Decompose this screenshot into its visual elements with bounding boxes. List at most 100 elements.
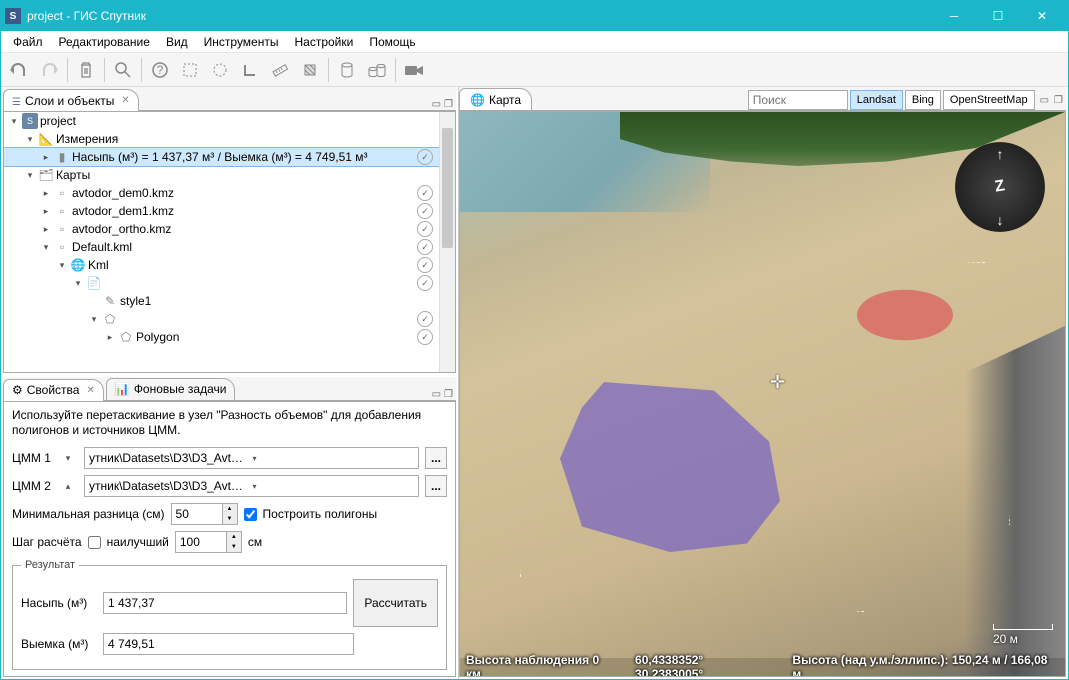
- calculate-button[interactable]: Рассчитать: [353, 579, 438, 627]
- panel-minimize-icon[interactable]: ▭: [432, 99, 441, 110]
- file-icon: ▫: [54, 203, 70, 219]
- tree-node-file[interactable]: ▸▫avtodor_dem1.kmz: [4, 202, 439, 220]
- tree-node-kml[interactable]: ▾Kml: [4, 256, 439, 274]
- visibility-toggle[interactable]: [417, 239, 433, 255]
- search-button[interactable]: [109, 56, 137, 84]
- swap-up-icon[interactable]: ▴: [66, 481, 71, 492]
- visibility-toggle[interactable]: [417, 275, 433, 291]
- status-altitude: Высота наблюдения 0 км: [466, 653, 617, 677]
- panel-restore-icon[interactable]: ❐: [444, 99, 453, 110]
- menu-settings[interactable]: Настройки: [286, 33, 361, 51]
- min-diff-input[interactable]: [172, 507, 222, 521]
- select-rect-button[interactable]: [176, 56, 204, 84]
- tree-label: Kml: [88, 258, 109, 272]
- visibility-toggle[interactable]: [417, 329, 433, 345]
- tree-node-polygon[interactable]: ▸⬠Polygon: [4, 328, 439, 346]
- layer-landsat-button[interactable]: Landsat: [850, 90, 903, 110]
- tab-properties[interactable]: ⚙ Свойства ✕: [3, 379, 104, 401]
- map-viewport[interactable]: ✛ Z 20 м Высота наблюдения 0 км 60,43383…: [459, 111, 1066, 677]
- visibility-toggle[interactable]: [417, 203, 433, 219]
- cmm1-browse-button[interactable]: ...: [425, 447, 447, 469]
- tree-label: Измерения: [56, 132, 118, 146]
- cylinders-button[interactable]: [363, 56, 391, 84]
- nasyp-input[interactable]: [103, 592, 347, 614]
- tree-node-maps[interactable]: ▾🗂Карты: [4, 166, 439, 184]
- area-button[interactable]: [296, 56, 324, 84]
- map-statusbar: Высота наблюдения 0 км 60,4338352° 30,23…: [460, 658, 1065, 676]
- vyemka-input[interactable]: [103, 633, 354, 655]
- layer-bing-button[interactable]: Bing: [905, 90, 941, 110]
- minimize-button[interactable]: ─: [932, 1, 976, 31]
- right-pane: Карта Landsat Bing OpenStreetMap ▭ ❐ ✛ Z…: [459, 87, 1068, 679]
- spin-up-icon[interactable]: ▲: [223, 504, 237, 514]
- tree-label: project: [40, 114, 76, 128]
- tab-map[interactable]: Карта: [459, 88, 532, 110]
- menu-file[interactable]: Файл: [5, 33, 51, 51]
- info-button[interactable]: ?: [146, 56, 174, 84]
- tree-label: Default.kml: [72, 240, 132, 254]
- close-button[interactable]: ✕: [1020, 1, 1064, 31]
- cylinder-button[interactable]: [333, 56, 361, 84]
- result-legend: Результат: [21, 559, 79, 571]
- left-pane: Слои и объекты ✕ ▭ ❐ ▾Sproject ▾📐Измерен…: [1, 87, 459, 679]
- tree-node-folder[interactable]: ▾⬠: [4, 310, 439, 328]
- status-coords: 60,4338352° 30,2383005°: [635, 653, 774, 677]
- file-icon: ▫: [54, 221, 70, 237]
- layer-osm-button[interactable]: OpenStreetMap: [943, 90, 1035, 110]
- tree-label: avtodor_ortho.kmz: [72, 222, 171, 236]
- spin-up-icon[interactable]: ▲: [227, 532, 241, 542]
- compass-control[interactable]: Z: [955, 142, 1045, 232]
- visibility-toggle[interactable]: [417, 311, 433, 327]
- min-diff-spinner[interactable]: ▲▼: [171, 503, 238, 525]
- volume-icon: ▮: [54, 149, 70, 165]
- nasyp-label: Насыпь (м³): [21, 596, 97, 610]
- close-icon[interactable]: ✕: [121, 95, 129, 106]
- step-spinner[interactable]: ▲▼: [175, 531, 242, 553]
- tree-node-file[interactable]: ▸▫avtodor_dem0.kmz: [4, 184, 439, 202]
- panel-restore-icon[interactable]: ❐: [444, 389, 453, 400]
- menu-help[interactable]: Помощь: [361, 33, 423, 51]
- panel-minimize-icon[interactable]: ▭: [432, 389, 441, 400]
- swap-down-icon[interactable]: ▾: [66, 453, 71, 464]
- undo-button[interactable]: [5, 56, 33, 84]
- menu-tools[interactable]: Инструменты: [196, 33, 287, 51]
- cmm2-browse-button[interactable]: ...: [425, 475, 447, 497]
- redo-button[interactable]: [35, 56, 63, 84]
- tab-layers[interactable]: Слои и объекты ✕: [3, 89, 139, 111]
- camera-button[interactable]: [400, 56, 428, 84]
- ruler-button[interactable]: [266, 56, 294, 84]
- trash-button[interactable]: [72, 56, 100, 84]
- visibility-toggle[interactable]: [417, 185, 433, 201]
- visibility-toggle[interactable]: [417, 257, 433, 273]
- maximize-button[interactable]: ☐: [976, 1, 1020, 31]
- tab-background-tasks[interactable]: 📊 Фоновые задачи: [106, 378, 236, 400]
- tree-label: style1: [120, 294, 151, 308]
- panel-minimize-icon[interactable]: ▭: [1040, 95, 1049, 106]
- menu-edit[interactable]: Редактирование: [51, 33, 158, 51]
- select-polygon-button[interactable]: [206, 56, 234, 84]
- map-search-input[interactable]: [748, 90, 848, 110]
- tree-node-measurement-result[interactable]: ▸▮Насыпь (м³) = 1 437,37 м³ / Выемка (м³…: [4, 148, 439, 166]
- min-diff-label: Минимальная разница (см): [12, 507, 165, 521]
- tree-node-project[interactable]: ▾Sproject: [4, 112, 439, 130]
- tree-node-file[interactable]: ▸▫avtodor_ortho.kmz: [4, 220, 439, 238]
- tree-node-style-document[interactable]: ▾📄: [4, 274, 439, 292]
- cmm2-combo[interactable]: утник\Datasets\D3\D3_Avtodor\avtodor_dem…: [84, 475, 419, 497]
- close-icon[interactable]: ✕: [86, 385, 94, 396]
- spin-down-icon[interactable]: ▼: [223, 514, 237, 524]
- tree-node-file[interactable]: ▾▫Default.kml: [4, 238, 439, 256]
- visibility-toggle[interactable]: [417, 149, 433, 165]
- tree-node-style1[interactable]: ✎style1: [4, 292, 439, 310]
- menu-view[interactable]: Вид: [158, 33, 196, 51]
- build-polygons-checkbox[interactable]: [244, 508, 257, 521]
- measure-corner-button[interactable]: [236, 56, 264, 84]
- tree-scrollbar[interactable]: [439, 112, 455, 372]
- best-checkbox[interactable]: [88, 536, 101, 549]
- tree-node-measurements[interactable]: ▾📐Измерения: [4, 130, 439, 148]
- properties-panel: ⚙ Свойства ✕ 📊 Фоновые задачи ▭ ❐ Исполь…: [3, 377, 456, 677]
- step-input[interactable]: [176, 535, 226, 549]
- panel-restore-icon[interactable]: ❐: [1054, 95, 1063, 106]
- visibility-toggle[interactable]: [417, 221, 433, 237]
- spin-down-icon[interactable]: ▼: [227, 542, 241, 552]
- cmm1-combo[interactable]: утник\Datasets\D3\D3_Avtodor\avtodor_dem…: [84, 447, 419, 469]
